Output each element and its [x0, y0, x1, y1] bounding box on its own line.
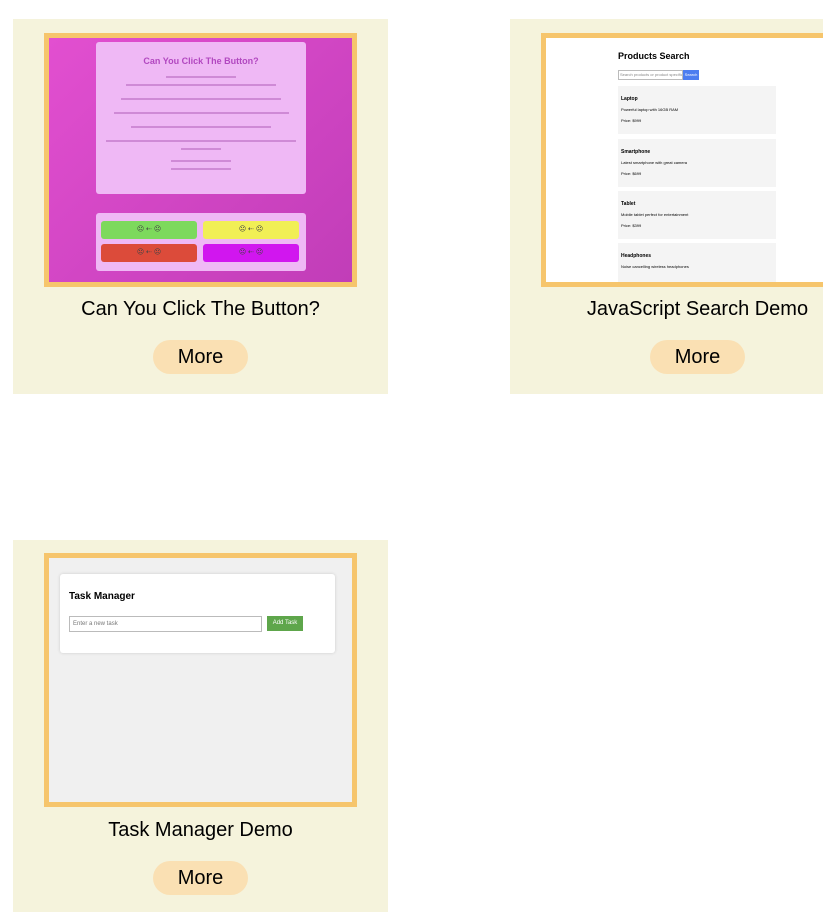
project-card-search-demo: Products Search Search products or produ…	[510, 19, 823, 394]
add-task-button: Add Task	[267, 616, 303, 631]
product-name: Headphones	[621, 253, 652, 259]
product-name: Smartphone	[621, 149, 651, 155]
product-description: Noise cancelling wireless headphones	[621, 264, 689, 269]
project-title: Task Manager Demo	[108, 819, 293, 841]
project-card-click-button: Can You Click The Button? ☹ ⇠ ☹ ☹ ⇠ ☹ ☹ …	[13, 19, 388, 394]
more-button[interactable]: More	[153, 861, 248, 895]
text-line	[131, 126, 271, 128]
text-line	[171, 160, 231, 162]
project-thumbnail[interactable]: Products Search Search products or produ…	[541, 33, 823, 287]
products-heading: Products Search	[618, 51, 690, 61]
product-item: Tablet Mobile tablet perfect for enterta…	[618, 191, 776, 239]
game-button-green: ☹ ⇠ ☹	[101, 221, 197, 239]
project-thumbnail[interactable]: Can You Click The Button? ☹ ⇠ ☹ ☹ ⇠ ☹ ☹ …	[44, 33, 357, 287]
task-manager-heading: Task Manager	[69, 591, 135, 602]
game-button-yellow: ☹ ⇠ ☹	[203, 221, 299, 239]
text-line	[171, 168, 231, 170]
text-line	[166, 76, 236, 78]
product-price: Price: $399	[621, 223, 642, 228]
text-line	[181, 148, 221, 150]
text-line	[121, 98, 281, 100]
product-price: Price: $699	[621, 171, 642, 176]
project-thumbnail[interactable]: Task Manager Enter a new task Add Task	[44, 553, 357, 807]
text-line	[113, 112, 289, 114]
game-heading: Can You Click The Button?	[143, 56, 259, 66]
product-name: Tablet	[621, 201, 636, 207]
game-button-purple: ☹ ⇠ ☹	[203, 244, 299, 262]
product-description: Latest smartphone with great camera	[621, 160, 688, 165]
thumbnail-screenshot: Can You Click The Button? ☹ ⇠ ☹ ☹ ⇠ ☹ ☹ …	[49, 38, 352, 282]
project-title: JavaScript Search Demo	[586, 298, 809, 320]
product-description: Powerful laptop with 16GB RAM	[621, 107, 679, 112]
search-button: Search	[683, 70, 699, 80]
task-manager-panel: Task Manager Enter a new task Add Task	[60, 574, 335, 653]
project-title: Can You Click The Button?	[81, 298, 320, 320]
text-line	[126, 84, 276, 86]
project-card-task-manager: Task Manager Enter a new task Add Task T…	[13, 540, 388, 912]
thumbnail-screenshot: Task Manager Enter a new task Add Task	[49, 558, 352, 802]
product-price: Price: $999	[621, 118, 642, 123]
game-button-red: ☹ ⇠ ☹	[101, 244, 197, 262]
product-search-input: Search products or product specification…	[618, 70, 683, 80]
more-button[interactable]: More	[153, 340, 248, 374]
text-line	[106, 140, 296, 142]
game-buttons-panel: ☹ ⇠ ☹ ☹ ⇠ ☹ ☹ ⇠ ☹ ☹ ⇠ ☹	[96, 213, 306, 271]
product-description: Mobile tablet perfect for entertainment	[621, 212, 689, 217]
product-item: Smartphone Latest smartphone with great …	[618, 139, 776, 187]
new-task-input: Enter a new task	[69, 616, 262, 632]
thumbnail-screenshot: Products Search Search products or produ…	[546, 38, 823, 282]
product-item: Headphones Noise cancelling wireless hea…	[618, 243, 776, 282]
product-name: Laptop	[621, 96, 638, 102]
game-info-panel: Can You Click The Button?	[96, 42, 306, 194]
more-button[interactable]: More	[650, 340, 745, 374]
product-item: Laptop Powerful laptop with 16GB RAM Pri…	[618, 86, 776, 134]
